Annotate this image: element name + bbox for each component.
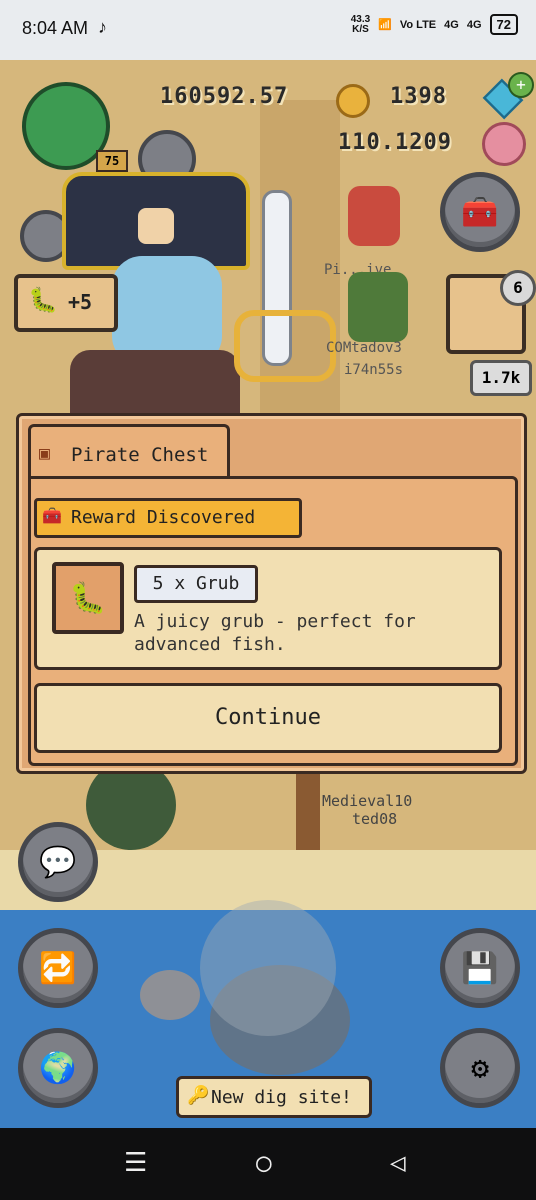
dialog-tab: ▣ Pirate Chest	[28, 424, 230, 479]
banner-text: New dig site!	[211, 1087, 352, 1108]
speed-unit: K/S	[352, 23, 369, 35]
boost-button[interactable]: 🐛 +5	[14, 274, 118, 332]
player-avatar[interactable]	[348, 186, 400, 246]
chat-button[interactable]: 💬	[18, 822, 98, 902]
gear-icon: ⚙	[470, 1050, 490, 1086]
trade-button[interactable]: 🔁	[18, 928, 98, 1008]
item-name: 5 x Grub	[134, 565, 258, 603]
wifi-icon: 📶	[378, 19, 392, 31]
skull-emblem	[138, 208, 174, 244]
status-time: 8:04 AM	[22, 18, 89, 38]
player-name: ted08	[352, 810, 398, 828]
item-description: A juicy grub - perfect for advanced fish…	[134, 611, 416, 655]
player-name: i74n55s	[344, 362, 404, 378]
battery-indicator: 72	[489, 14, 518, 35]
back-button[interactable]: ◁	[390, 1148, 406, 1178]
network-speed: 43.3 K/S	[350, 13, 371, 35]
player-avatar[interactable]	[348, 272, 408, 342]
reward-badge-label: Reward Discovered	[71, 507, 256, 528]
continue-button[interactable]: Continue	[34, 683, 502, 753]
save-icon: 💾	[461, 950, 499, 986]
settings-button[interactable]: ⚙	[440, 1028, 520, 1108]
player-name: Medieval10	[322, 792, 413, 810]
flower-icon[interactable]	[482, 122, 526, 166]
rock-small	[140, 970, 200, 1020]
chest-icon: ▣	[39, 443, 50, 464]
signal-4g-1: 4G	[444, 18, 459, 31]
shop-icon: 🧰	[461, 194, 499, 230]
dialog-title: Pirate Chest	[71, 444, 209, 466]
volte-label: Vo LTE	[399, 18, 437, 31]
reward-badge: 🧰 Reward Discovered	[34, 498, 302, 538]
key-icon: 🔑	[187, 1085, 210, 1106]
price-tag: 1.7k	[470, 360, 532, 396]
grub-icon: 🐛	[28, 286, 58, 314]
new-dig-site-banner[interactable]: 🔑 New dig site!	[176, 1076, 372, 1118]
recent-apps-button[interactable]: ☰	[124, 1148, 147, 1178]
coin-icon	[336, 84, 370, 118]
trade-icon: 🔁	[39, 950, 77, 986]
coin-counter: 160592.57	[160, 84, 289, 109]
joystick[interactable]	[200, 900, 336, 1036]
player-name: COMtadov3	[326, 340, 402, 356]
boost-value: +5	[68, 290, 93, 314]
map-button[interactable]: 🌍	[18, 1028, 98, 1108]
cutlass-hilt	[234, 310, 336, 382]
tiktok-icon: ♪	[98, 17, 107, 37]
inventory-count: 6	[500, 270, 536, 306]
save-button[interactable]: 💾	[440, 928, 520, 1008]
status-bar: 8:04 AM ♪ 43.3 K/S 📶 Vo LTE 4G 4G 72	[0, 0, 536, 60]
level-badge: 75	[96, 150, 128, 172]
chat-icon: 💬	[39, 844, 77, 880]
chest-icon: 🧰	[42, 506, 62, 525]
globe-icon: 🌍	[39, 1050, 77, 1086]
income-rate: 110.1209	[338, 130, 452, 155]
signal-4g-2: 4G	[466, 18, 482, 31]
speed-value: 43.3	[350, 13, 371, 25]
gem-counter: 1398	[390, 84, 447, 109]
add-gems-button[interactable]: +	[508, 72, 534, 98]
grub-icon: 🐛	[52, 562, 124, 634]
shop-button[interactable]: 🧰	[440, 172, 520, 252]
system-nav-bar: ☰ ○ ◁	[0, 1128, 536, 1200]
home-button[interactable]: ○	[256, 1148, 272, 1178]
status-right-cluster: 43.3 K/S 📶 Vo LTE 4G 4G 72	[351, 14, 518, 35]
